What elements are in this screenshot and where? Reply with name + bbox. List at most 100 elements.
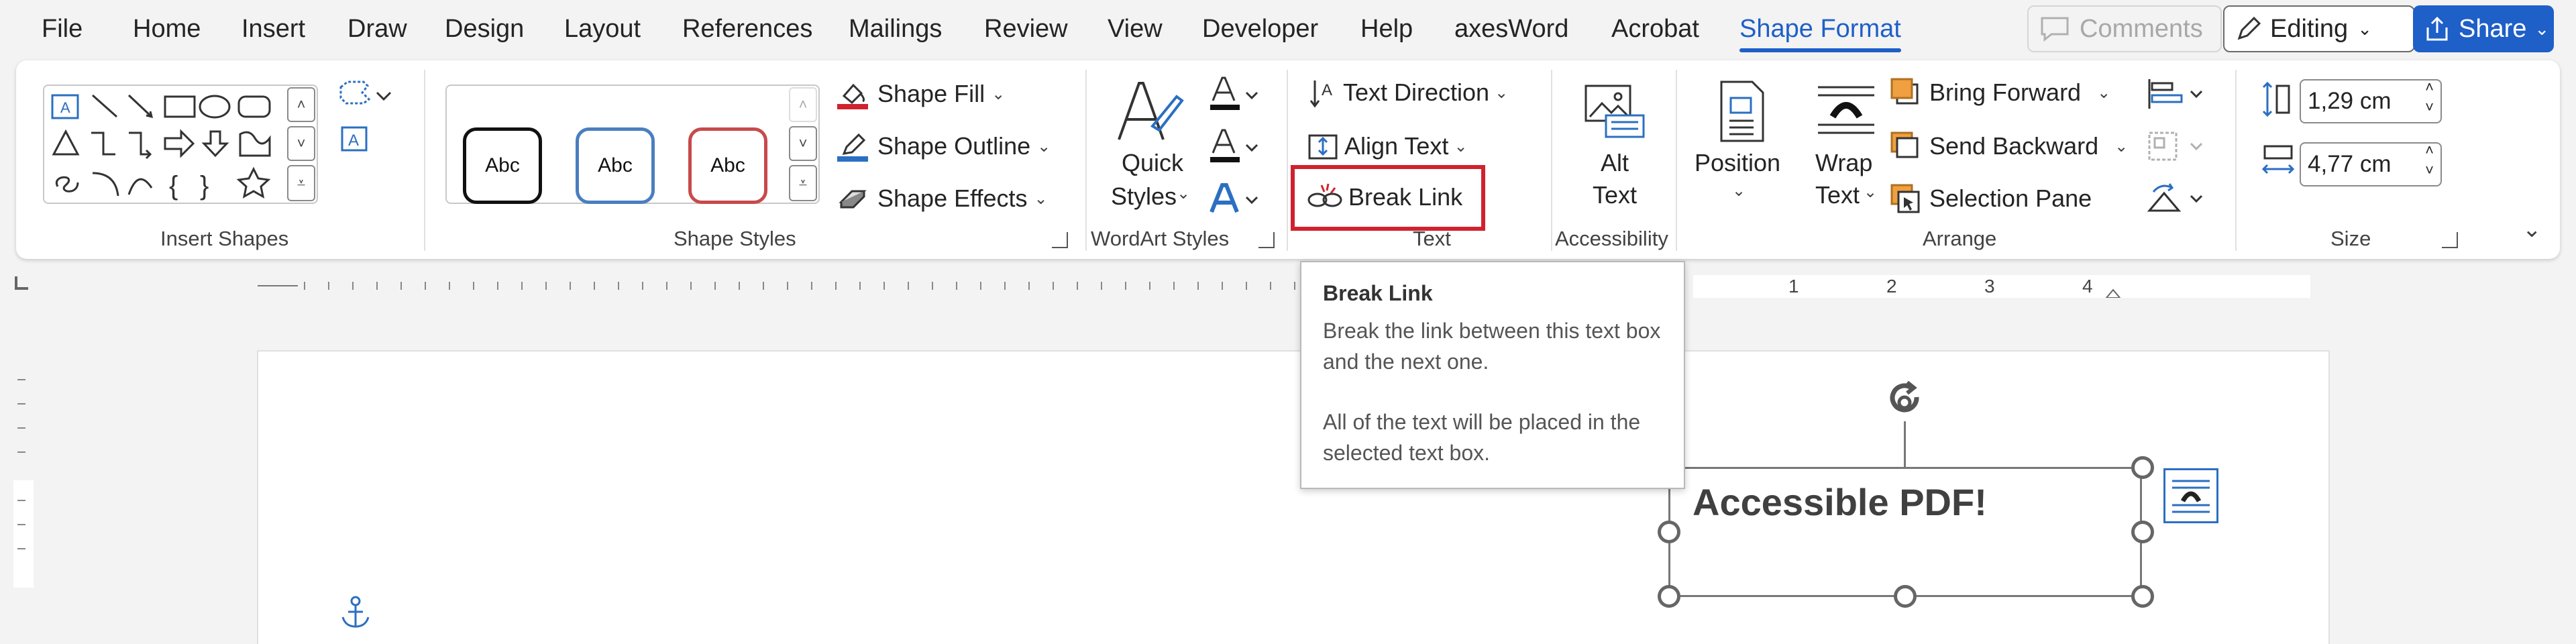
align-objects-button[interactable] [2144, 75, 2208, 116]
comments-button[interactable]: Comments [2027, 5, 2222, 52]
anchor-icon[interactable] [337, 594, 374, 632]
chevron-down-icon: ⌄ [1864, 183, 1878, 201]
chevron-down-icon: ⌄ [1495, 83, 1509, 102]
styles-more-button[interactable]: ⩡ [789, 165, 817, 201]
group-separator [1676, 70, 1677, 251]
group-objects-button[interactable] [2144, 127, 2208, 168]
resize-handle-middle-right[interactable] [2131, 521, 2154, 543]
group-objects-icon [2148, 131, 2203, 161]
wrap-text-icon [1818, 86, 1874, 134]
styles-scroll-down-button[interactable]: ˅ [789, 126, 817, 161]
quick-styles-button[interactable]: Quick Styles ⌄ [1097, 74, 1201, 221]
spin-down-icon[interactable]: ˅ [2425, 161, 2434, 180]
svg-text:A: A [348, 131, 359, 150]
align-text-label: Align Text [1344, 132, 1449, 160]
horizontal-ruler[interactable]: 1 2 3 4 [258, 271, 2310, 298]
rotation-handle-stem [1904, 421, 1906, 468]
tab-mailings[interactable]: Mailings [849, 13, 942, 44]
position-button[interactable]: Position ⌄ [1689, 74, 1790, 221]
share-button[interactable]: Share ⌄ [2413, 5, 2554, 52]
shape-height-input[interactable]: 1,29 cm ˄ ˅ [2300, 78, 2442, 123]
tab-references[interactable]: References [682, 13, 812, 44]
tab-review[interactable]: Review [984, 13, 1068, 44]
svg-text:}: } [200, 171, 209, 201]
text-box-content[interactable]: Accessible PDF! [1693, 480, 1987, 525]
style-red-outline[interactable]: Abc [688, 127, 767, 204]
shape-effects-label: Shape Effects [877, 184, 1028, 212]
resize-handle-bottom-middle[interactable] [1894, 585, 1917, 608]
edit-shape-icon [339, 80, 392, 105]
text-outline-icon [1210, 129, 1258, 162]
resize-handle-bottom-right[interactable] [2131, 585, 2154, 608]
gallery-more-button[interactable]: ⩡ [287, 165, 315, 201]
break-link-tooltip: Break Link Break the link between this t… [1300, 261, 1685, 489]
tab-selector-icon[interactable] [15, 276, 28, 290]
shape-effects-button[interactable]: Shape Effects ⌄ [835, 180, 1048, 217]
shape-styles-dialog-launcher-icon[interactable] [1052, 232, 1068, 248]
alt-text-button[interactable]: Alt Text [1572, 74, 1657, 221]
collapse-ribbon-chevron-icon[interactable]: ⌄ [2522, 216, 2542, 243]
shape-outline-button[interactable]: Shape Outline ⌄ [835, 127, 1051, 165]
size-dialog-launcher-icon[interactable] [2442, 232, 2458, 248]
tab-design[interactable]: Design [445, 13, 524, 44]
editing-mode-button[interactable]: Editing ⌄ [2223, 5, 2415, 52]
wrap-text-button[interactable]: Wrap Text ⌄ [1801, 74, 1888, 221]
tab-developer[interactable]: Developer [1202, 13, 1318, 44]
rotate-icon [2147, 183, 2203, 212]
shape-outline-label: Shape Outline [877, 132, 1031, 160]
comment-icon [2041, 17, 2069, 42]
tab-shape-format[interactable]: Shape Format [1739, 13, 1901, 52]
rotation-handle-icon[interactable] [1886, 381, 1925, 423]
layout-options-button[interactable] [2163, 468, 2218, 523]
document-page[interactable]: Accessible PDF! [257, 350, 2330, 644]
shapes-gallery[interactable]: A { } ˄ ˅ ⩡ [43, 85, 318, 204]
align-text-button[interactable]: Align Text ⌄ [1305, 127, 1468, 165]
tab-layout[interactable]: Layout [564, 13, 641, 44]
text-fill-button[interactable] [1208, 75, 1261, 113]
text-outline-button[interactable] [1208, 127, 1261, 165]
align-objects-icon [2148, 79, 2203, 109]
shape-width-input[interactable]: 4,77 cm ˄ ˅ [2300, 142, 2442, 186]
shape-styles-gallery[interactable]: Abc Abc Abc ˄ ˅ ⩡ [445, 85, 820, 204]
chevron-down-icon: ⌄ [991, 85, 1006, 103]
tab-axesword[interactable]: axesWord [1454, 13, 1568, 44]
wordart-dialog-launcher-icon[interactable] [1258, 232, 1275, 248]
style-blue-outline[interactable]: Abc [576, 127, 655, 204]
text-effects-button[interactable] [1208, 180, 1261, 217]
text-fill-icon [1210, 76, 1258, 110]
selection-pane-button[interactable]: Selection Pane [1888, 180, 2092, 217]
edit-shape-button[interactable] [335, 75, 396, 116]
bring-forward-button[interactable]: Bring Forward ⌄ [1888, 74, 2110, 111]
selection-pane-label: Selection Pane [1929, 184, 2092, 212]
tooltip-line-2: and the next one. [1323, 350, 1489, 374]
tab-acrobat[interactable]: Acrobat [1611, 13, 1699, 44]
styles-scroll-up-button[interactable]: ˄ [789, 87, 817, 122]
tab-home[interactable]: Home [133, 13, 201, 44]
chevron-down-icon: ⌄ [2534, 18, 2550, 39]
shape-height-value: 1,29 cm [2308, 88, 2392, 114]
style-black-outline[interactable]: Abc [463, 127, 542, 204]
broken-link-icon [1307, 183, 1342, 207]
tab-help[interactable]: Help [1360, 13, 1413, 44]
resize-handle-top-right[interactable] [2131, 456, 2154, 479]
spin-down-icon[interactable]: ˅ [2425, 98, 2434, 117]
shape-fill-button[interactable]: Shape Fill ⌄ [835, 75, 1005, 113]
gallery-scroll-down-button[interactable]: ˅ [287, 126, 315, 161]
break-link-button[interactable]: Break Link [1305, 178, 1462, 216]
tab-view[interactable]: View [1108, 13, 1163, 44]
alt-text-label-line1: Alt [1601, 149, 1629, 176]
spin-up-icon[interactable]: ˄ [2425, 141, 2434, 160]
wrap-text-label-line1: Wrap [1815, 149, 1873, 176]
tab-file[interactable]: File [42, 13, 83, 44]
tab-draw[interactable]: Draw [347, 13, 407, 44]
resize-handle-middle-left[interactable] [1658, 521, 1680, 543]
tab-insert[interactable]: Insert [241, 13, 305, 44]
spin-up-icon[interactable]: ˄ [2425, 78, 2434, 97]
send-backward-button[interactable]: Send Backward ⌄ [1888, 127, 2128, 165]
text-direction-button[interactable]: A Text Direction ⌄ [1305, 74, 1508, 111]
draw-text-box-button[interactable]: A [337, 122, 372, 160]
position-icon [1720, 80, 1764, 142]
rotate-objects-button[interactable] [2144, 180, 2208, 221]
gallery-scroll-up-button[interactable]: ˄ [287, 87, 315, 122]
resize-handle-bottom-left[interactable] [1658, 585, 1680, 608]
